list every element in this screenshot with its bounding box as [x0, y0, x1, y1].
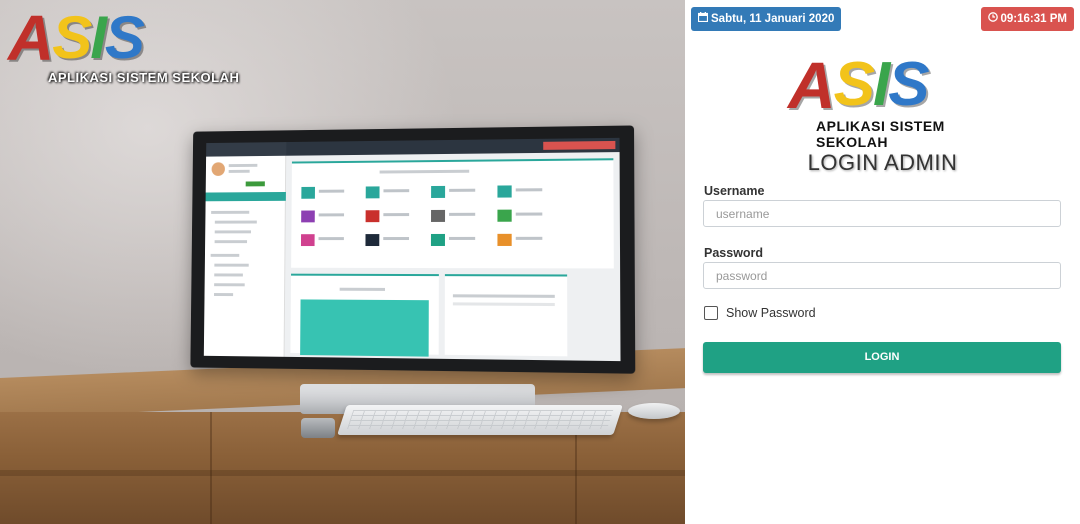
logo-letter: A: [8, 8, 52, 68]
brand-logo-login: A S I S APLIKASI SISTEM SEKOLAH: [788, 56, 988, 138]
show-password-checkbox[interactable]: [704, 306, 718, 320]
speaker: [301, 418, 335, 438]
logo-letter: S: [105, 8, 143, 68]
time-text: 09:16:31 PM: [1001, 13, 1067, 25]
login-panel: Sabtu, 11 Januari 2020 09:16:31 PM A S I…: [685, 0, 1080, 524]
password-input[interactable]: [703, 262, 1061, 289]
mouse: [628, 403, 680, 419]
date-text: Sabtu, 11 Januari 2020: [711, 13, 834, 25]
logo-letter: I: [873, 54, 888, 116]
username-input[interactable]: [703, 200, 1061, 227]
brand-logo: A S I S APLIKASI SISTEM SEKOLAH: [8, 8, 270, 88]
logo-letter: S: [52, 8, 90, 68]
calendar-icon: [698, 7, 708, 31]
background-photo: A S I S APLIKASI SISTEM SEKOLAH: [0, 0, 685, 524]
brand-tagline: APLIKASI SISTEM SEKOLAH: [48, 70, 270, 85]
clock-icon: [988, 7, 998, 31]
logo-letter: S: [834, 54, 873, 116]
logo-letter: S: [888, 54, 927, 116]
show-password-label[interactable]: Show Password: [726, 306, 816, 320]
login-title: LOGIN ADMIN: [685, 150, 1080, 176]
login-button[interactable]: LOGIN: [703, 342, 1061, 373]
time-badge: 09:16:31 PM: [981, 7, 1074, 31]
username-label: Username: [704, 184, 764, 198]
keyboard: [337, 405, 623, 435]
date-badge: Sabtu, 11 Januari 2020: [691, 7, 841, 31]
logo-letter: A: [788, 54, 834, 116]
password-label: Password: [704, 246, 763, 260]
logo-letter: I: [90, 8, 105, 68]
brand-tagline: APLIKASI SISTEM SEKOLAH: [816, 118, 988, 150]
monitor-mockup: [190, 125, 635, 373]
dashboard-preview: [204, 138, 621, 361]
